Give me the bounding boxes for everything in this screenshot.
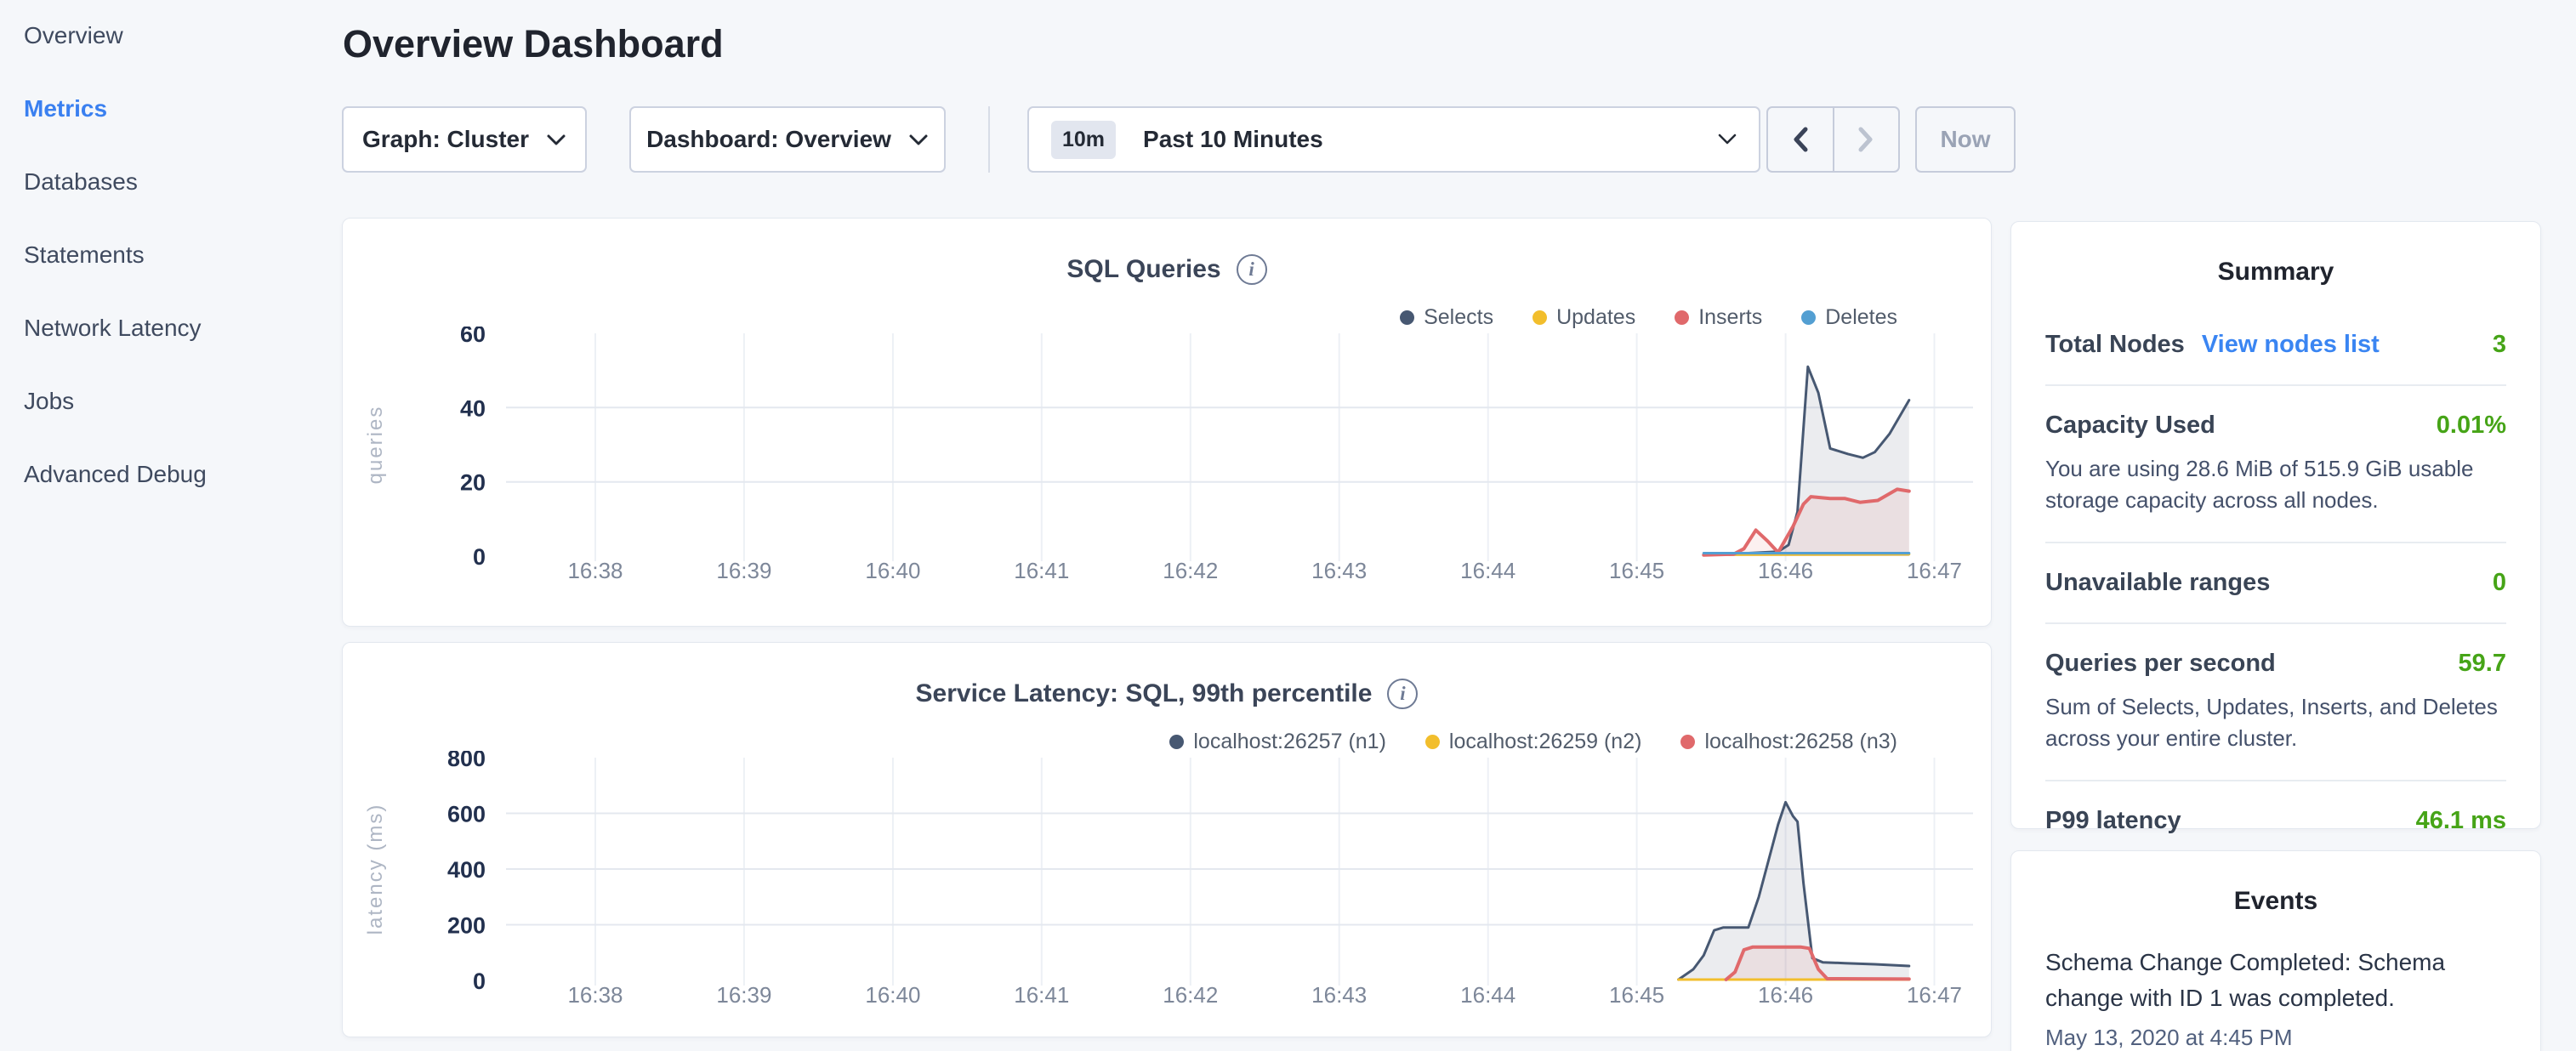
svg-text:16:45: 16:45 (1609, 982, 1664, 1008)
svg-text:16:42: 16:42 (1163, 558, 1218, 583)
summary-row-value: 0.01% (2437, 412, 2506, 440)
legend-dot-icon (1801, 310, 1816, 325)
svg-text:0: 0 (473, 544, 486, 570)
svg-text:200: 200 (447, 913, 486, 939)
summary-row-unavailable-ranges: Unavailable ranges 0 (2045, 543, 2506, 624)
summary-title: Summary (2045, 258, 2506, 287)
chevron-down-icon (908, 134, 929, 146)
summary-panel: Summary Total Nodes View nodes list 3 Ca… (2010, 221, 2541, 829)
chart-svg: 16:38 16:39 16:40 16:41 16:42 16:43 16:44 16:45… (343, 327, 1984, 592)
page-title: Overview Dashboard (343, 22, 724, 66)
legend-dot-icon (1680, 735, 1695, 749)
summary-row-total-nodes: Total Nodes View nodes list 3 (2045, 305, 2506, 386)
sidebar-item-jobs[interactable]: Jobs (24, 388, 318, 415)
svg-text:16:45: 16:45 (1609, 558, 1664, 583)
svg-text:queries: queries (364, 406, 387, 485)
info-icon[interactable]: i (1237, 254, 1267, 285)
chart-title: Service Latency: SQL, 99th percentile (916, 679, 1373, 708)
svg-text:400: 400 (447, 857, 486, 883)
now-button[interactable]: Now (1915, 106, 2016, 173)
svg-text:16:41: 16:41 (1014, 558, 1069, 583)
legend-dot-icon (1533, 310, 1547, 325)
chart-svg: 16:38 16:39 16:40 16:41 16:42 16:43 16:44 16:45… (343, 751, 1984, 1016)
svg-text:0: 0 (473, 969, 486, 994)
event-list-item[interactable]: Schema Change Completed: Schema change w… (2045, 945, 2506, 1051)
graph-dropdown[interactable]: Graph: Cluster (342, 106, 587, 173)
svg-text:latency (ms): latency (ms) (364, 804, 387, 935)
svg-text:16:43: 16:43 (1311, 558, 1367, 583)
chart-title: SQL Queries (1066, 255, 1220, 284)
svg-text:16:42: 16:42 (1163, 982, 1218, 1008)
sidebar-item-overview[interactable]: Overview (24, 22, 318, 49)
sidebar: Overview Metrics Databases Statements Ne… (0, 0, 342, 1051)
svg-text:16:46: 16:46 (1758, 982, 1813, 1008)
svg-text:16:38: 16:38 (567, 558, 623, 583)
chart-plot[interactable]: 16:38 16:39 16:40 16:41 16:42 16:43 16:44 16:45… (343, 751, 1984, 1016)
events-title: Events (2045, 887, 2506, 916)
sidebar-item-metrics[interactable]: Metrics (24, 95, 318, 122)
svg-text:20: 20 (460, 470, 486, 496)
svg-text:16:39: 16:39 (716, 558, 771, 583)
time-step-group (1766, 106, 1900, 173)
toolbar-divider (988, 106, 990, 173)
time-range-label: Past 10 Minutes (1143, 126, 1323, 153)
svg-text:16:44: 16:44 (1460, 558, 1515, 583)
prev-range-button[interactable] (1768, 108, 1834, 171)
svg-text:800: 800 (447, 751, 486, 771)
time-range-badge: 10m (1051, 121, 1116, 159)
sidebar-item-network-latency[interactable]: Network Latency (24, 315, 318, 342)
summary-row-description: Sum of Selects, Updates, Inserts, and De… (2045, 691, 2506, 754)
dashboard-dropdown-label: Dashboard: Overview (646, 126, 891, 153)
chart-card-sql-queries: SQL Queries i SelectsUpdatesInsertsDelet… (342, 218, 1992, 627)
svg-text:16:40: 16:40 (865, 982, 920, 1008)
summary-row-value: 3 (2493, 331, 2506, 359)
view-nodes-list-link[interactable]: View nodes list (2202, 331, 2380, 359)
svg-text:16:43: 16:43 (1311, 982, 1367, 1008)
svg-text:16:38: 16:38 (567, 982, 623, 1008)
svg-text:60: 60 (460, 327, 486, 347)
svg-text:40: 40 (460, 395, 486, 421)
legend-dot-icon (1400, 310, 1414, 325)
summary-row-description: You are using 28.6 MiB of 515.9 GiB usab… (2045, 453, 2506, 516)
summary-row-value: 0 (2493, 569, 2506, 597)
svg-text:16:47: 16:47 (1907, 558, 1962, 583)
chart-card-service-latency: Service Latency: SQL, 99th percentile i … (342, 642, 1992, 1037)
summary-row-label: Total Nodes (2045, 331, 2185, 359)
summary-row-value: 59.7 (2459, 650, 2506, 678)
svg-text:16:39: 16:39 (716, 982, 771, 1008)
chevron-down-icon (546, 134, 566, 146)
summary-row-label: P99 latency (2045, 807, 2181, 835)
summary-row-label: Capacity Used (2045, 412, 2215, 440)
dashboard-dropdown[interactable]: Dashboard: Overview (629, 106, 946, 173)
svg-text:16:40: 16:40 (865, 558, 920, 583)
summary-row-label: Unavailable ranges (2045, 569, 2270, 597)
sidebar-item-advanced-debug[interactable]: Advanced Debug (24, 461, 318, 488)
summary-row-queries-per-second: Queries per second 59.7 Sum of Selects, … (2045, 624, 2506, 781)
summary-row-label: Queries per second (2045, 650, 2276, 678)
next-range-button[interactable] (1834, 108, 1899, 171)
event-timestamp: May 13, 2020 at 4:45 PM (2045, 1025, 2506, 1051)
chart-plot[interactable]: 16:38 16:39 16:40 16:41 16:42 16:43 16:44 16:45… (343, 327, 1984, 592)
summary-row-p99-latency: P99 latency 46.1 ms (2045, 781, 2506, 861)
svg-text:16:41: 16:41 (1014, 982, 1069, 1008)
legend-dot-icon (1675, 310, 1689, 325)
info-icon[interactable]: i (1387, 679, 1418, 709)
summary-row-value: 46.1 ms (2416, 807, 2506, 835)
svg-text:600: 600 (447, 802, 486, 827)
summary-row-capacity-used: Capacity Used 0.01% You are using 28.6 M… (2045, 386, 2506, 543)
svg-text:16:46: 16:46 (1758, 558, 1813, 583)
time-range-dropdown[interactable]: 10m Past 10 Minutes (1027, 106, 1760, 173)
graph-dropdown-label: Graph: Cluster (362, 126, 529, 153)
svg-text:16:44: 16:44 (1460, 982, 1515, 1008)
sidebar-item-databases[interactable]: Databases (24, 168, 318, 196)
event-message: Schema Change Completed: Schema change w… (2045, 945, 2506, 1016)
legend-dot-icon (1169, 735, 1184, 749)
svg-text:16:47: 16:47 (1907, 982, 1962, 1008)
sidebar-item-statements[interactable]: Statements (24, 241, 318, 269)
legend-dot-icon (1425, 735, 1440, 749)
chevron-down-icon (1718, 134, 1737, 145)
events-panel: Events Schema Change Completed: Schema c… (2010, 850, 2541, 1051)
